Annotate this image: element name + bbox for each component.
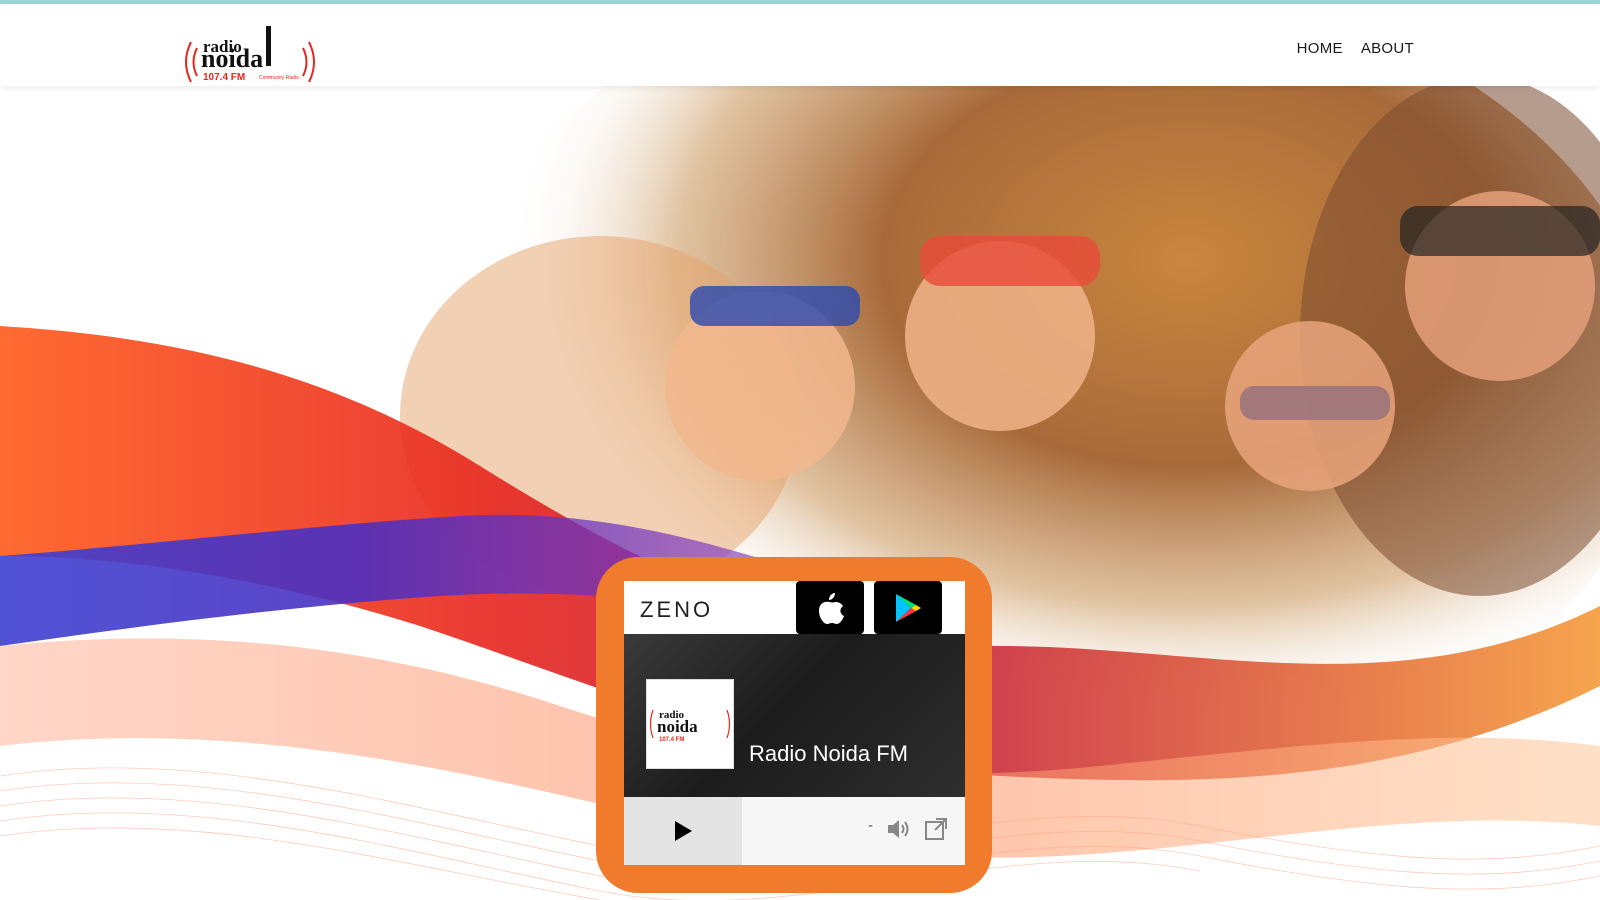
google-play-button[interactable]	[874, 581, 942, 634]
play-icon	[675, 821, 692, 841]
logo-frequency: 107.4 FM	[203, 72, 245, 83]
time-display: -	[868, 817, 873, 834]
player-frame: ZENO radio noida 107.4 FM Radio Noida FM…	[596, 557, 992, 893]
station-logo-noida: noida	[657, 717, 698, 736]
station-name: Radio Noida FM	[749, 741, 908, 766]
zeno-player: ZENO radio noida 107.4 FM Radio Noida FM…	[624, 581, 965, 865]
volume-icon[interactable]	[886, 817, 912, 841]
apple-store-button[interactable]	[796, 581, 864, 634]
station-logo: radio noida 107.4 FM	[646, 679, 734, 769]
site-logo[interactable]: radio noida 107.4 FM Community Radio	[181, 24, 321, 86]
player-controls: -	[624, 797, 965, 865]
nav-home-link[interactable]: HOME	[1297, 40, 1343, 57]
external-link-icon[interactable]	[924, 817, 948, 841]
player-header: ZENO	[624, 581, 965, 634]
nav-about-link[interactable]: ABOUT	[1361, 40, 1414, 57]
logo-word-noida: noida	[201, 44, 263, 73]
station-artwork: radio noida 107.4 FM Radio Noida FM	[624, 634, 965, 797]
apple-icon	[819, 592, 844, 624]
play-button[interactable]	[624, 797, 742, 865]
zeno-brand[interactable]: ZENO	[640, 597, 713, 623]
station-logo-freq: 107.4 FM	[659, 737, 684, 743]
site-header: radio noida 107.4 FM Community Radio HOM…	[0, 4, 1600, 86]
logo-tagline: Community Radio	[259, 75, 299, 81]
google-play-icon	[896, 593, 921, 622]
main-nav: HOME ABOUT	[1297, 40, 1414, 57]
